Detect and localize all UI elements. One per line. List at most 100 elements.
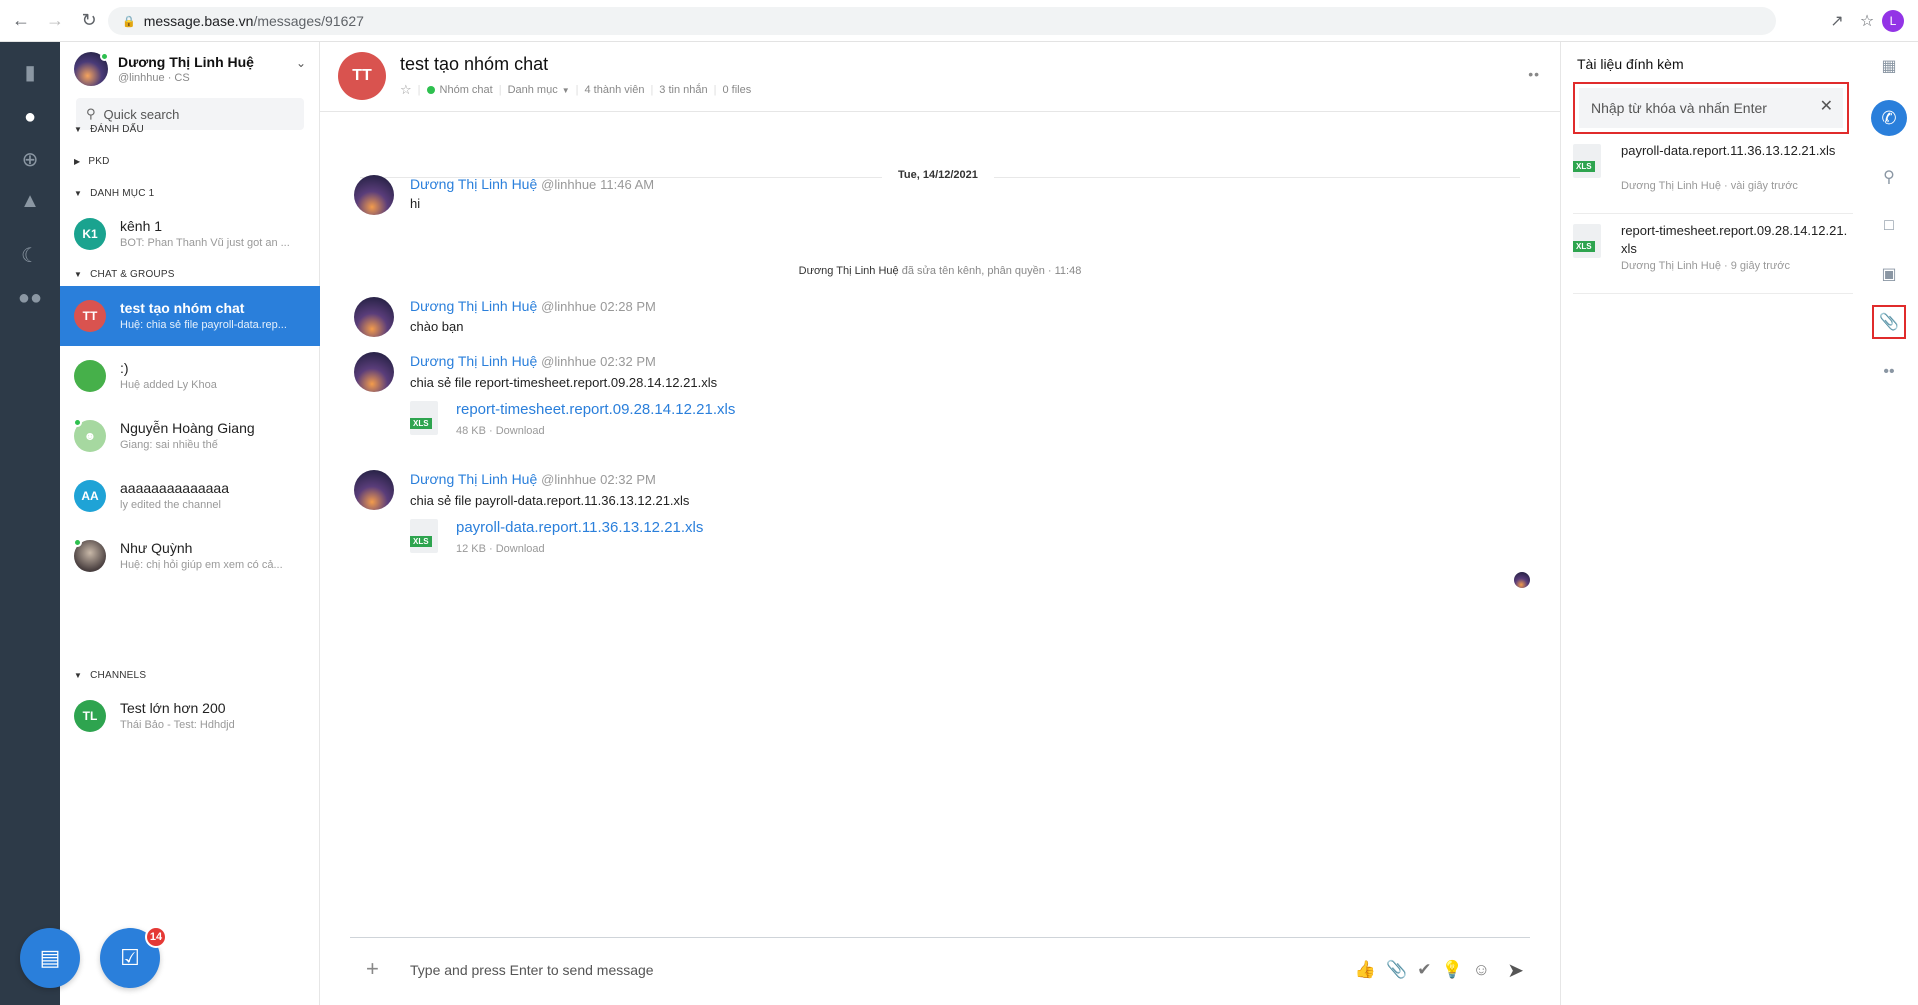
file-name-link[interactable]: payroll-data.report.11.36.13.12.21.xls <box>456 519 703 536</box>
caret-down-icon[interactable]: ▼ <box>562 86 570 95</box>
message-count: 3 tin nhắn <box>659 84 708 96</box>
category-dropdown[interactable]: Danh mục <box>508 84 558 96</box>
clipboard-check-icon: ☑ <box>120 945 140 970</box>
message-author[interactable]: Dương Thị Linh Huệ <box>410 176 537 192</box>
attachment-item[interactable]: XLS payroll-data.report.11.36.13.12.21.x… <box>1573 142 1853 214</box>
file-size-download[interactable]: 48 KB · Download <box>456 425 545 437</box>
paperclip-icon[interactable]: 📎 <box>1386 960 1407 980</box>
xls-file-icon: XLS <box>1573 224 1601 258</box>
add-icon[interactable]: + <box>366 956 379 982</box>
chat-launcher-button[interactable]: ▤ <box>20 928 80 988</box>
conversation-title: kênh 1 <box>120 218 163 234</box>
close-icon[interactable]: ✕ <box>1820 96 1833 116</box>
conversation-item[interactable]: K1 kênh 1 BOT: Phan Thanh Vũ just got an… <box>60 204 320 264</box>
conversation-title: Như Quỳnh <box>120 540 193 556</box>
file-attachment[interactable]: XLS payroll-data.report.11.36.13.12.21.x… <box>410 519 910 561</box>
attachments-tab[interactable]: 📎 <box>1860 304 1918 340</box>
thumbs-up-icon[interactable]: 👍 <box>1355 960 1376 980</box>
phone-icon: ✆ <box>1871 100 1907 136</box>
back-icon[interactable]: ← <box>8 8 34 34</box>
user-handle: @linhhue · CS <box>118 72 190 84</box>
member-count[interactable]: 4 thành viên <box>585 84 645 96</box>
image-icon[interactable]: ▣ <box>1860 256 1918 292</box>
address-bar[interactable]: 🔒 message.base.vn/messages/91627 <box>108 7 1776 35</box>
message-handle: @linhhue <box>541 472 597 487</box>
file-type-tag: XLS <box>410 418 432 429</box>
xls-file-icon: XLS <box>410 519 438 553</box>
section-danh-dau[interactable]: ▼ ĐÁNH DẤU <box>74 124 144 135</box>
section-chat-groups[interactable]: ▼ CHAT & GROUPS <box>74 269 175 280</box>
caret-down-icon: ▼ <box>74 125 83 134</box>
forward-icon[interactable]: → <box>42 8 68 34</box>
message-avatar[interactable] <box>354 297 394 337</box>
right-tool-rail: ▦ ✆ ⚲ □ ▣ 📎 •• <box>1860 42 1918 1005</box>
grid-icon[interactable]: ▦ <box>1860 48 1918 84</box>
conversation-item[interactable]: AA aaaaaaaaaaaaaa ly edited the channel <box>60 466 320 526</box>
section-pkd[interactable]: ▶ PKD <box>74 156 110 167</box>
message-avatar[interactable] <box>354 352 394 392</box>
browser-toolbar: ← → ↻ 🔒 message.base.vn/messages/91627 ↗… <box>0 0 1918 42</box>
message-author[interactable]: Dương Thị Linh Huệ <box>410 298 537 314</box>
conversation-avatar <box>74 360 106 392</box>
bell-icon[interactable]: ▲ <box>0 181 60 221</box>
conversation-avatar: TL <box>74 700 106 732</box>
bookmark-icon[interactable]: □ <box>1860 208 1918 244</box>
attachment-search-input[interactable]: Nhập từ khóa và nhấn Enter ✕ <box>1573 82 1849 134</box>
attachment-meta: Dương Thị Linh Huệ · 9 giây trước <box>1621 260 1790 272</box>
reload-icon[interactable]: ↻ <box>76 8 102 34</box>
logo-icon[interactable]: ▮ <box>0 52 60 92</box>
search-icon[interactable]: ⚲ <box>1860 159 1918 195</box>
lightbulb-icon[interactable]: 💡 <box>1441 960 1462 980</box>
xls-file-icon: XLS <box>1573 144 1601 178</box>
caret-down-icon: ▼ <box>74 671 83 680</box>
chat-bubble-icon[interactable]: ● <box>0 97 60 137</box>
check-badge-icon[interactable]: ✔ <box>1417 960 1431 980</box>
file-attachment[interactable]: XLS report-timesheet.report.09.28.14.12.… <box>410 401 910 443</box>
conversation-item[interactable]: ☻ Nguyễn Hoàng Giang Giang: sai nhiều th… <box>60 406 320 466</box>
conversation-item[interactable]: :) Huệ added Ly Khoa <box>60 346 320 406</box>
attachment-item[interactable]: XLS report-timesheet.report.09.28.14.12.… <box>1573 222 1853 294</box>
message-author[interactable]: Dương Thị Linh Huệ <box>410 353 537 369</box>
chevron-down-icon[interactable]: ⌄ <box>296 56 306 70</box>
conversation-item[interactable]: Như Quỳnh Huệ: chị hỏi giúp em xem có cả… <box>60 526 320 586</box>
section-danh-muc-1[interactable]: ▼ DANH MỤC 1 <box>74 188 154 199</box>
moon-icon[interactable]: ☾ <box>0 235 60 275</box>
message-handle: @linhhue <box>541 177 597 192</box>
profile-avatar[interactable]: L <box>1882 10 1904 32</box>
attachment-name[interactable]: report-timesheet.report.09.28.14.12.21.x… <box>1621 222 1851 258</box>
attachment-name[interactable]: payroll-data.report.11.36.13.12.21.xls <box>1621 142 1851 160</box>
message-avatar[interactable] <box>354 175 394 215</box>
section-label: ĐÁNH DẤU <box>90 124 144 135</box>
group-avatar: TT <box>338 52 386 100</box>
conversation-item[interactable]: TL Test lớn hơn 200 Thái Bảo - Test: Hdh… <box>60 686 320 746</box>
conversation-preview: Thái Bảo - Test: Hdhdjd <box>120 719 235 731</box>
share-icon[interactable]: ↗ <box>1822 6 1852 36</box>
send-icon[interactable]: ➤ <box>1507 958 1524 983</box>
file-size-download[interactable]: 12 KB · Download <box>456 543 545 555</box>
emoji-icon[interactable]: ☺ <box>1473 960 1490 980</box>
attachment-search-field[interactable]: Nhập từ khóa và nhấn Enter <box>1579 88 1843 128</box>
add-icon[interactable]: ⊕ <box>0 139 60 179</box>
call-button[interactable]: ✆ <box>1860 100 1918 136</box>
message-input[interactable]: Type and press Enter to send message <box>410 962 654 978</box>
people-icon[interactable]: ●● <box>0 278 60 318</box>
caret-right-icon: ▶ <box>74 157 81 166</box>
conversation-item-active[interactable]: TT test tạo nhóm chat Huệ: chia sẻ file … <box>60 286 320 346</box>
message-author[interactable]: Dương Thị Linh Huệ <box>410 471 537 487</box>
more-icon[interactable]: •• <box>1860 354 1918 390</box>
message-avatar[interactable] <box>354 470 394 510</box>
file-type-tag: XLS <box>1573 241 1595 252</box>
quick-search-placeholder: Quick search <box>103 106 180 122</box>
system-message-author: Dương Thị Linh Huệ <box>798 265 899 277</box>
current-user[interactable]: Dương Thị Linh Huệ @linhhue · CS ⌄ <box>74 52 310 92</box>
message-composer: + Type and press Enter to send message 👍… <box>350 937 1530 1005</box>
star-icon[interactable]: ☆ <box>400 82 412 98</box>
more-options-icon[interactable]: •• <box>1528 66 1540 82</box>
file-name-link[interactable]: report-timesheet.report.09.28.14.12.21.x… <box>456 401 735 418</box>
message-text: chia sẻ file payroll-data.report.11.36.1… <box>410 493 690 508</box>
message-text: chào bạn <box>410 319 464 334</box>
star-icon[interactable]: ☆ <box>1852 6 1882 36</box>
panel-title: Tài liệu đính kèm <box>1577 56 1684 72</box>
section-label: PKD <box>88 156 110 167</box>
section-channels[interactable]: ▼ CHANNELS <box>74 670 146 681</box>
